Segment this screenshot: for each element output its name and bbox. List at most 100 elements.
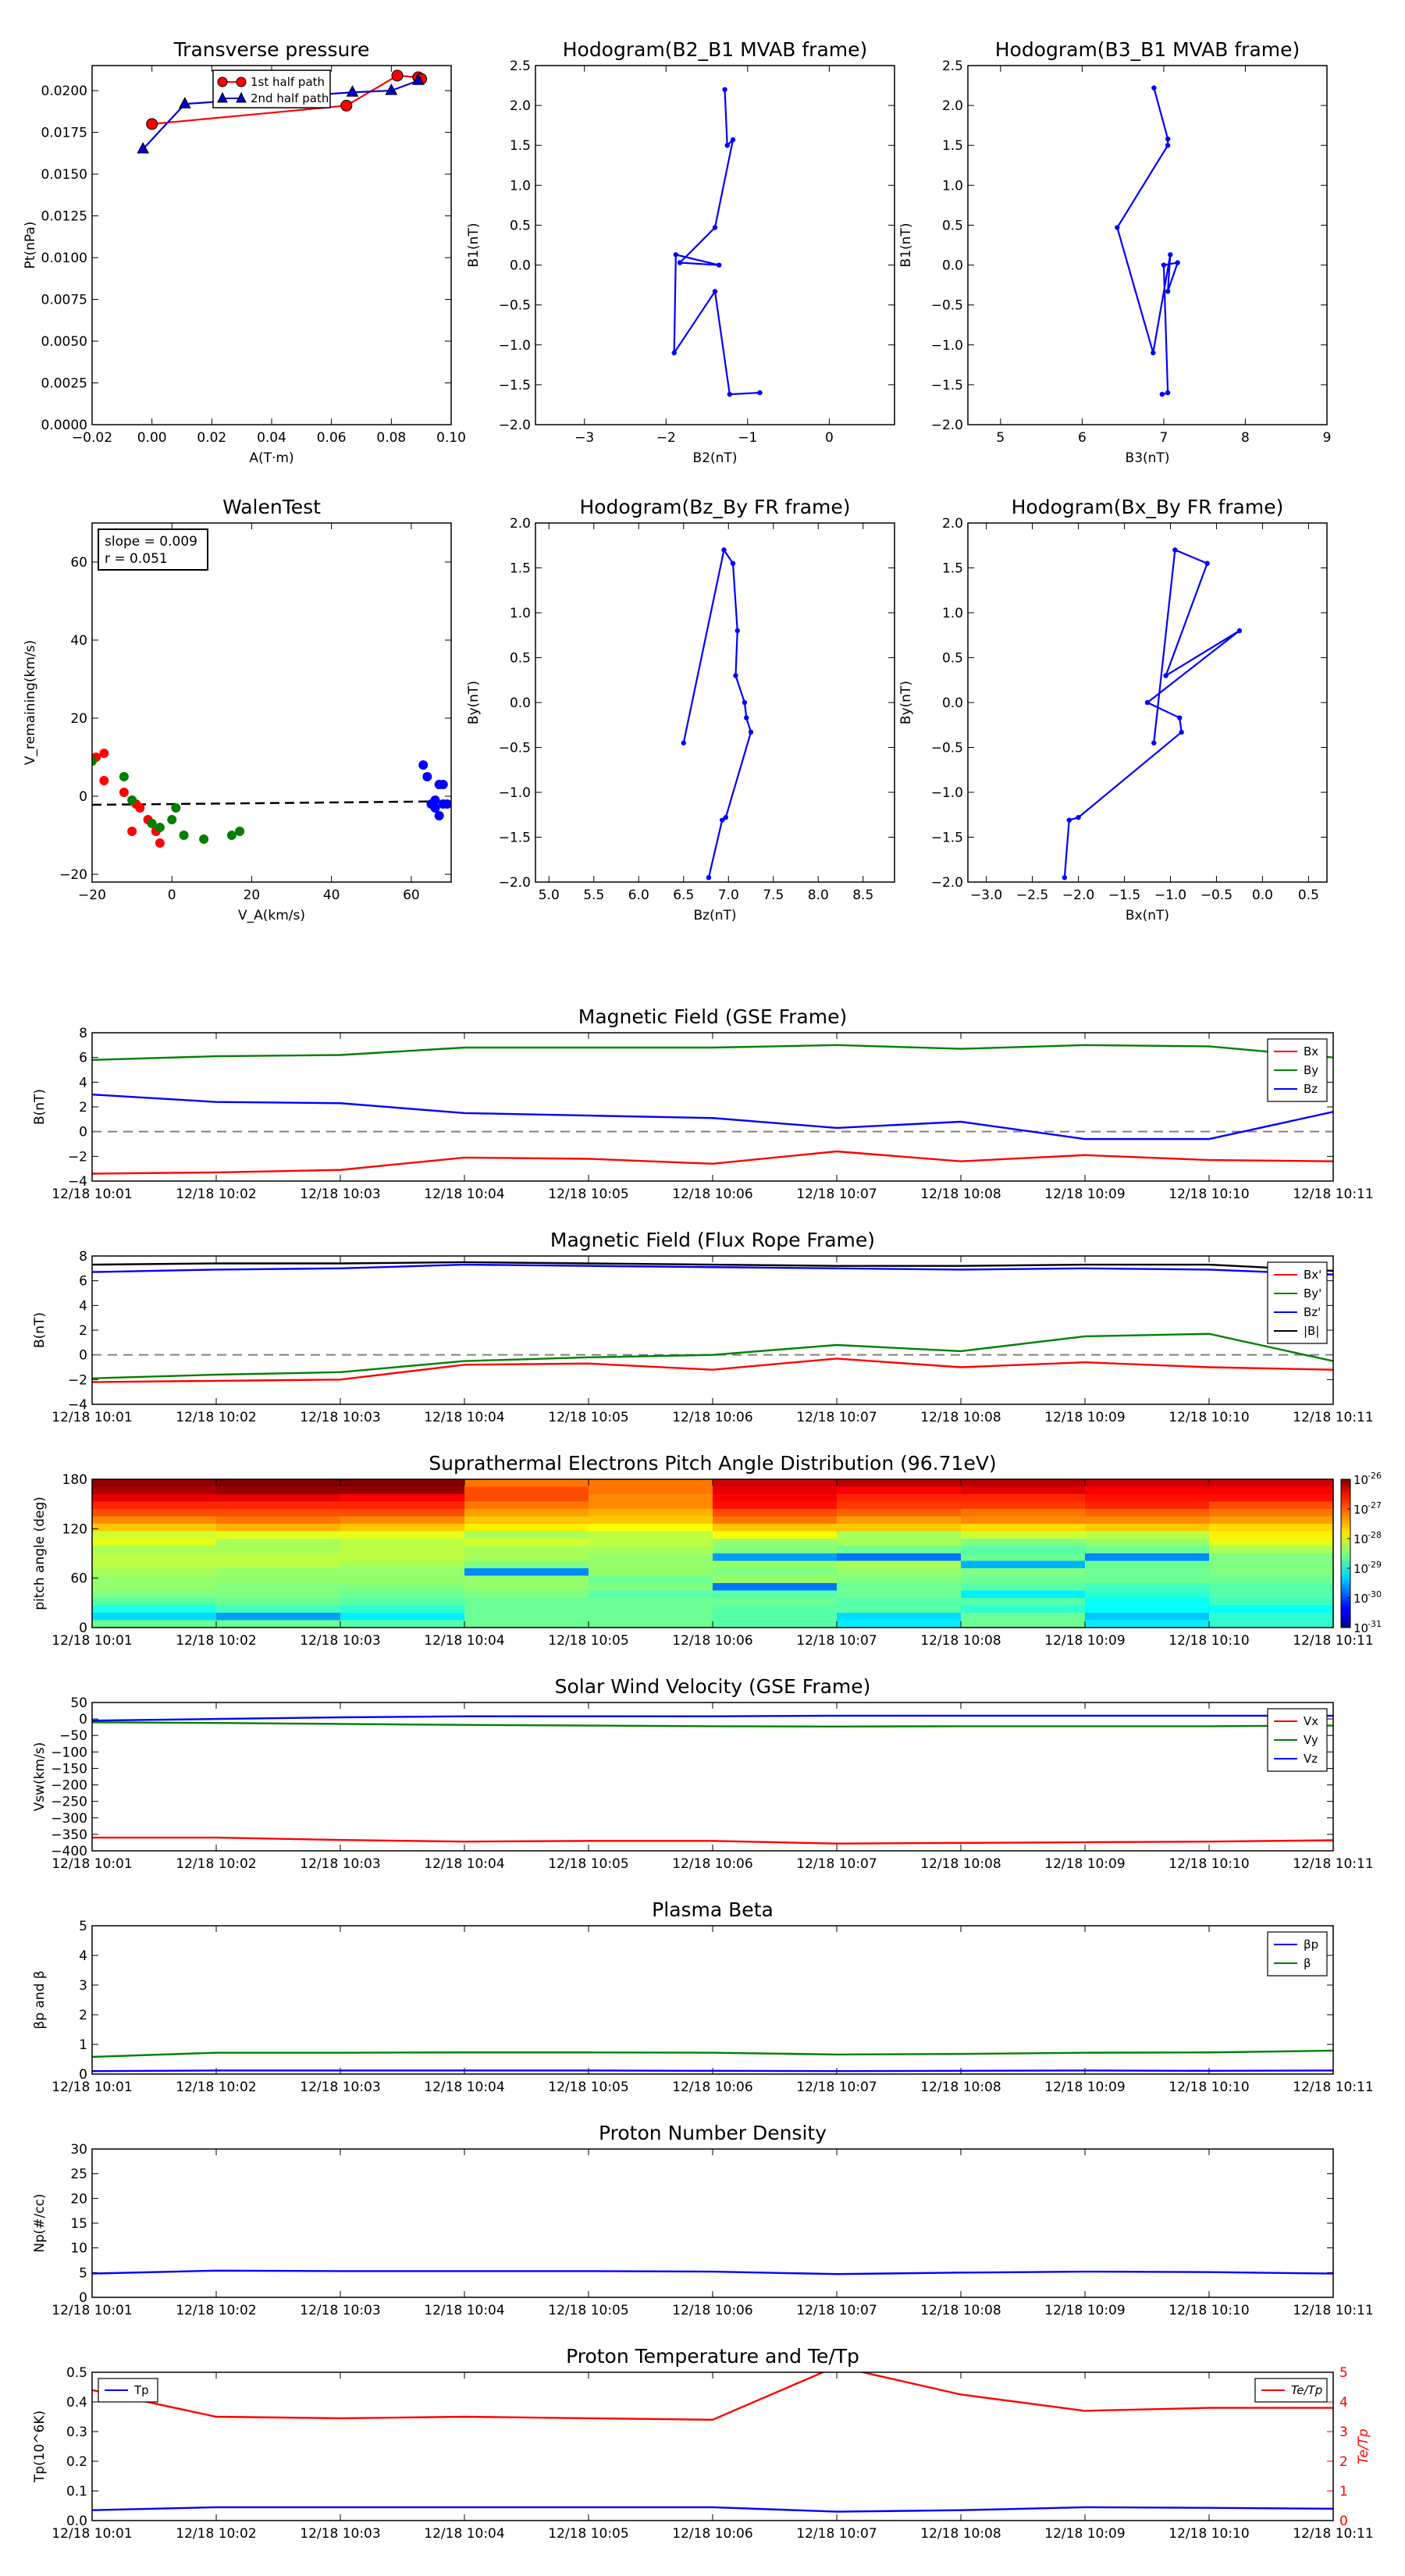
legend-label: By xyxy=(1304,1063,1318,1077)
legend-label: Tp xyxy=(133,2383,149,2397)
x-tick-label: 12/18 10:02 xyxy=(176,2303,256,2318)
x-tick-label: 12/18 10:10 xyxy=(1168,1410,1249,1425)
y-tick-label: −350 xyxy=(51,1827,87,1843)
data-point xyxy=(346,85,359,97)
data-point xyxy=(742,699,748,706)
heatmap-cell xyxy=(837,1605,962,1614)
heatmap-cell xyxy=(589,1568,713,1577)
x-tick-label: 12/18 10:08 xyxy=(920,1187,1001,1202)
x-tick-label: 0 xyxy=(825,430,834,446)
y-tick-label: 0 xyxy=(79,1712,87,1727)
heatmap-cell xyxy=(92,1546,217,1554)
x-tick-label: 12/18 10:01 xyxy=(52,2526,132,2542)
plot-area xyxy=(92,1714,1333,1845)
heatmap-cell xyxy=(1209,1501,1334,1510)
heatmap-cell xyxy=(961,1620,1086,1628)
series-line-Tp xyxy=(92,2506,1333,2513)
heatmap-cell xyxy=(1085,1560,1210,1569)
heatmap-cell xyxy=(464,1598,589,1606)
y-tick-label: 0 xyxy=(79,1621,87,1636)
legend-label: Bx' xyxy=(1304,1268,1321,1282)
plot-frame xyxy=(91,65,452,425)
heatmap-cell xyxy=(340,1486,465,1495)
data-point xyxy=(438,780,448,789)
legend-label: β xyxy=(1304,1956,1311,1970)
plot-frame xyxy=(535,65,895,425)
data-point xyxy=(418,760,429,770)
heatmap-cell xyxy=(589,1605,713,1614)
y-tick-label: −400 xyxy=(51,1844,87,1859)
data-point xyxy=(1161,262,1167,268)
x-tick-label: −3.0 xyxy=(970,888,1002,903)
heatmap-cell xyxy=(961,1613,1086,1621)
x-tick-label: −3 xyxy=(574,430,594,446)
heatmap-cell xyxy=(340,1479,465,1488)
data-point xyxy=(712,225,718,230)
y-axis-label: Np(#/cc) xyxy=(32,2194,48,2252)
x-tick-label: 12/18 10:11 xyxy=(1293,2526,1373,2542)
data-point xyxy=(1168,252,1173,258)
heatmap-cell xyxy=(589,1620,713,1628)
data-point xyxy=(1204,560,1210,566)
x-tick-label: 6.0 xyxy=(628,888,649,903)
heatmap-cell xyxy=(340,1598,465,1606)
y-tick-label: 0.5 xyxy=(510,218,531,233)
heatmap-cell xyxy=(216,1516,341,1525)
heatmap-cell xyxy=(589,1509,713,1517)
heatmap-cell xyxy=(1085,1553,1210,1562)
heatmap-cell xyxy=(92,1524,217,1532)
y-axis-label: B1(nT) xyxy=(898,223,914,268)
data-point xyxy=(119,772,129,781)
heatmap-cell xyxy=(1085,1546,1210,1554)
heatmap-cell xyxy=(464,1524,589,1532)
heatmap-cell xyxy=(837,1486,962,1495)
heatmap-cell xyxy=(837,1598,962,1606)
data-point xyxy=(135,803,145,813)
heatmap-cell xyxy=(464,1620,589,1628)
heatmap-cell xyxy=(713,1546,838,1554)
data-point xyxy=(677,260,683,265)
x-tick-label: 0.5 xyxy=(1298,888,1319,903)
data-point xyxy=(681,740,686,745)
y-tick-label: −2 xyxy=(68,1372,87,1388)
heatmap-cell xyxy=(713,1598,838,1606)
heatmap-cell xyxy=(92,1516,217,1525)
data-point xyxy=(235,827,245,836)
series-line-p xyxy=(92,2069,1333,2073)
x-tick-label: 12/18 10:05 xyxy=(548,2080,628,2095)
legend-marker xyxy=(236,76,247,87)
heatmap-cell xyxy=(1085,1516,1210,1525)
x-axis-label: Bz(nT) xyxy=(693,908,736,923)
chart-title: Magnetic Field (Flux Rope Frame) xyxy=(550,1229,875,1251)
y-axis-label: Tp(10^6K) xyxy=(32,2411,48,2483)
heatmap-cell xyxy=(216,1486,341,1495)
series-line-Bz xyxy=(92,1263,1333,1276)
heatmap-cell xyxy=(464,1479,589,1488)
heatmap-cell xyxy=(837,1501,962,1510)
x-tick-label: 12/18 10:05 xyxy=(548,1856,628,1872)
data-point xyxy=(673,252,679,258)
heatmap-cell xyxy=(713,1479,838,1488)
heatmap-cell xyxy=(1085,1494,1210,1503)
y-tick-label: 0.0050 xyxy=(41,334,87,350)
heatmap-cell xyxy=(340,1560,465,1569)
x-tick-label: 12/18 10:09 xyxy=(1044,2526,1125,2542)
y-tick-label: −1.0 xyxy=(931,785,963,801)
x-tick-label: 12/18 10:07 xyxy=(796,1856,877,1872)
y-tick-label: −0.5 xyxy=(931,741,963,756)
heatmap-cell xyxy=(216,1598,341,1606)
series-line-Vz xyxy=(92,1714,1333,1722)
y-tick-label: 0.0125 xyxy=(41,209,87,225)
x-tick-label: −20 xyxy=(78,888,106,903)
heatmap-cell xyxy=(1209,1531,1334,1539)
x-tick-label: −2.5 xyxy=(1016,888,1048,903)
chart-title: Solar Wind Velocity (GSE Frame) xyxy=(555,1675,871,1698)
data-point xyxy=(722,87,727,92)
x-tick-label: 12/18 10:11 xyxy=(1293,2303,1373,2318)
heatmap-cell xyxy=(1209,1568,1334,1577)
heatmap-cell xyxy=(340,1590,465,1599)
x-tick-label: 12/18 10:11 xyxy=(1293,1856,1373,1872)
x-tick-label: 12/18 10:03 xyxy=(300,2526,380,2542)
heatmap-cell xyxy=(92,1560,217,1569)
x-tick-label: 12/18 10:07 xyxy=(796,1633,877,1649)
